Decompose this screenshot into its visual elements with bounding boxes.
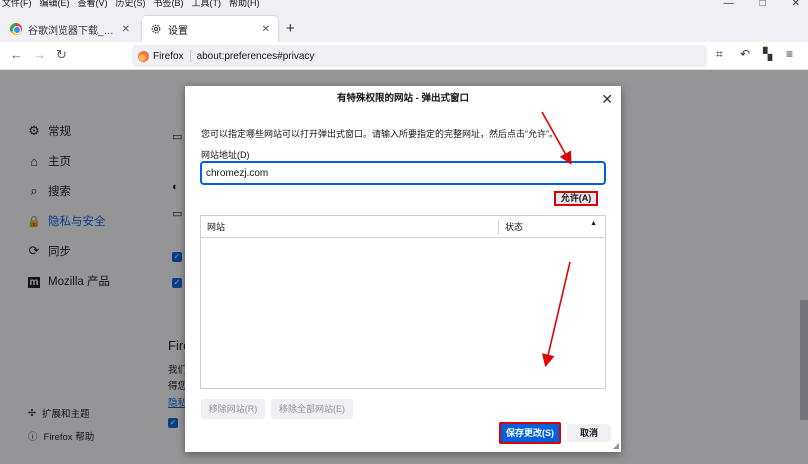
annotation-arrow-to-input <box>541 111 572 165</box>
annotation-arrow-to-save <box>541 261 571 368</box>
annotation-arrows <box>541 111 572 368</box>
